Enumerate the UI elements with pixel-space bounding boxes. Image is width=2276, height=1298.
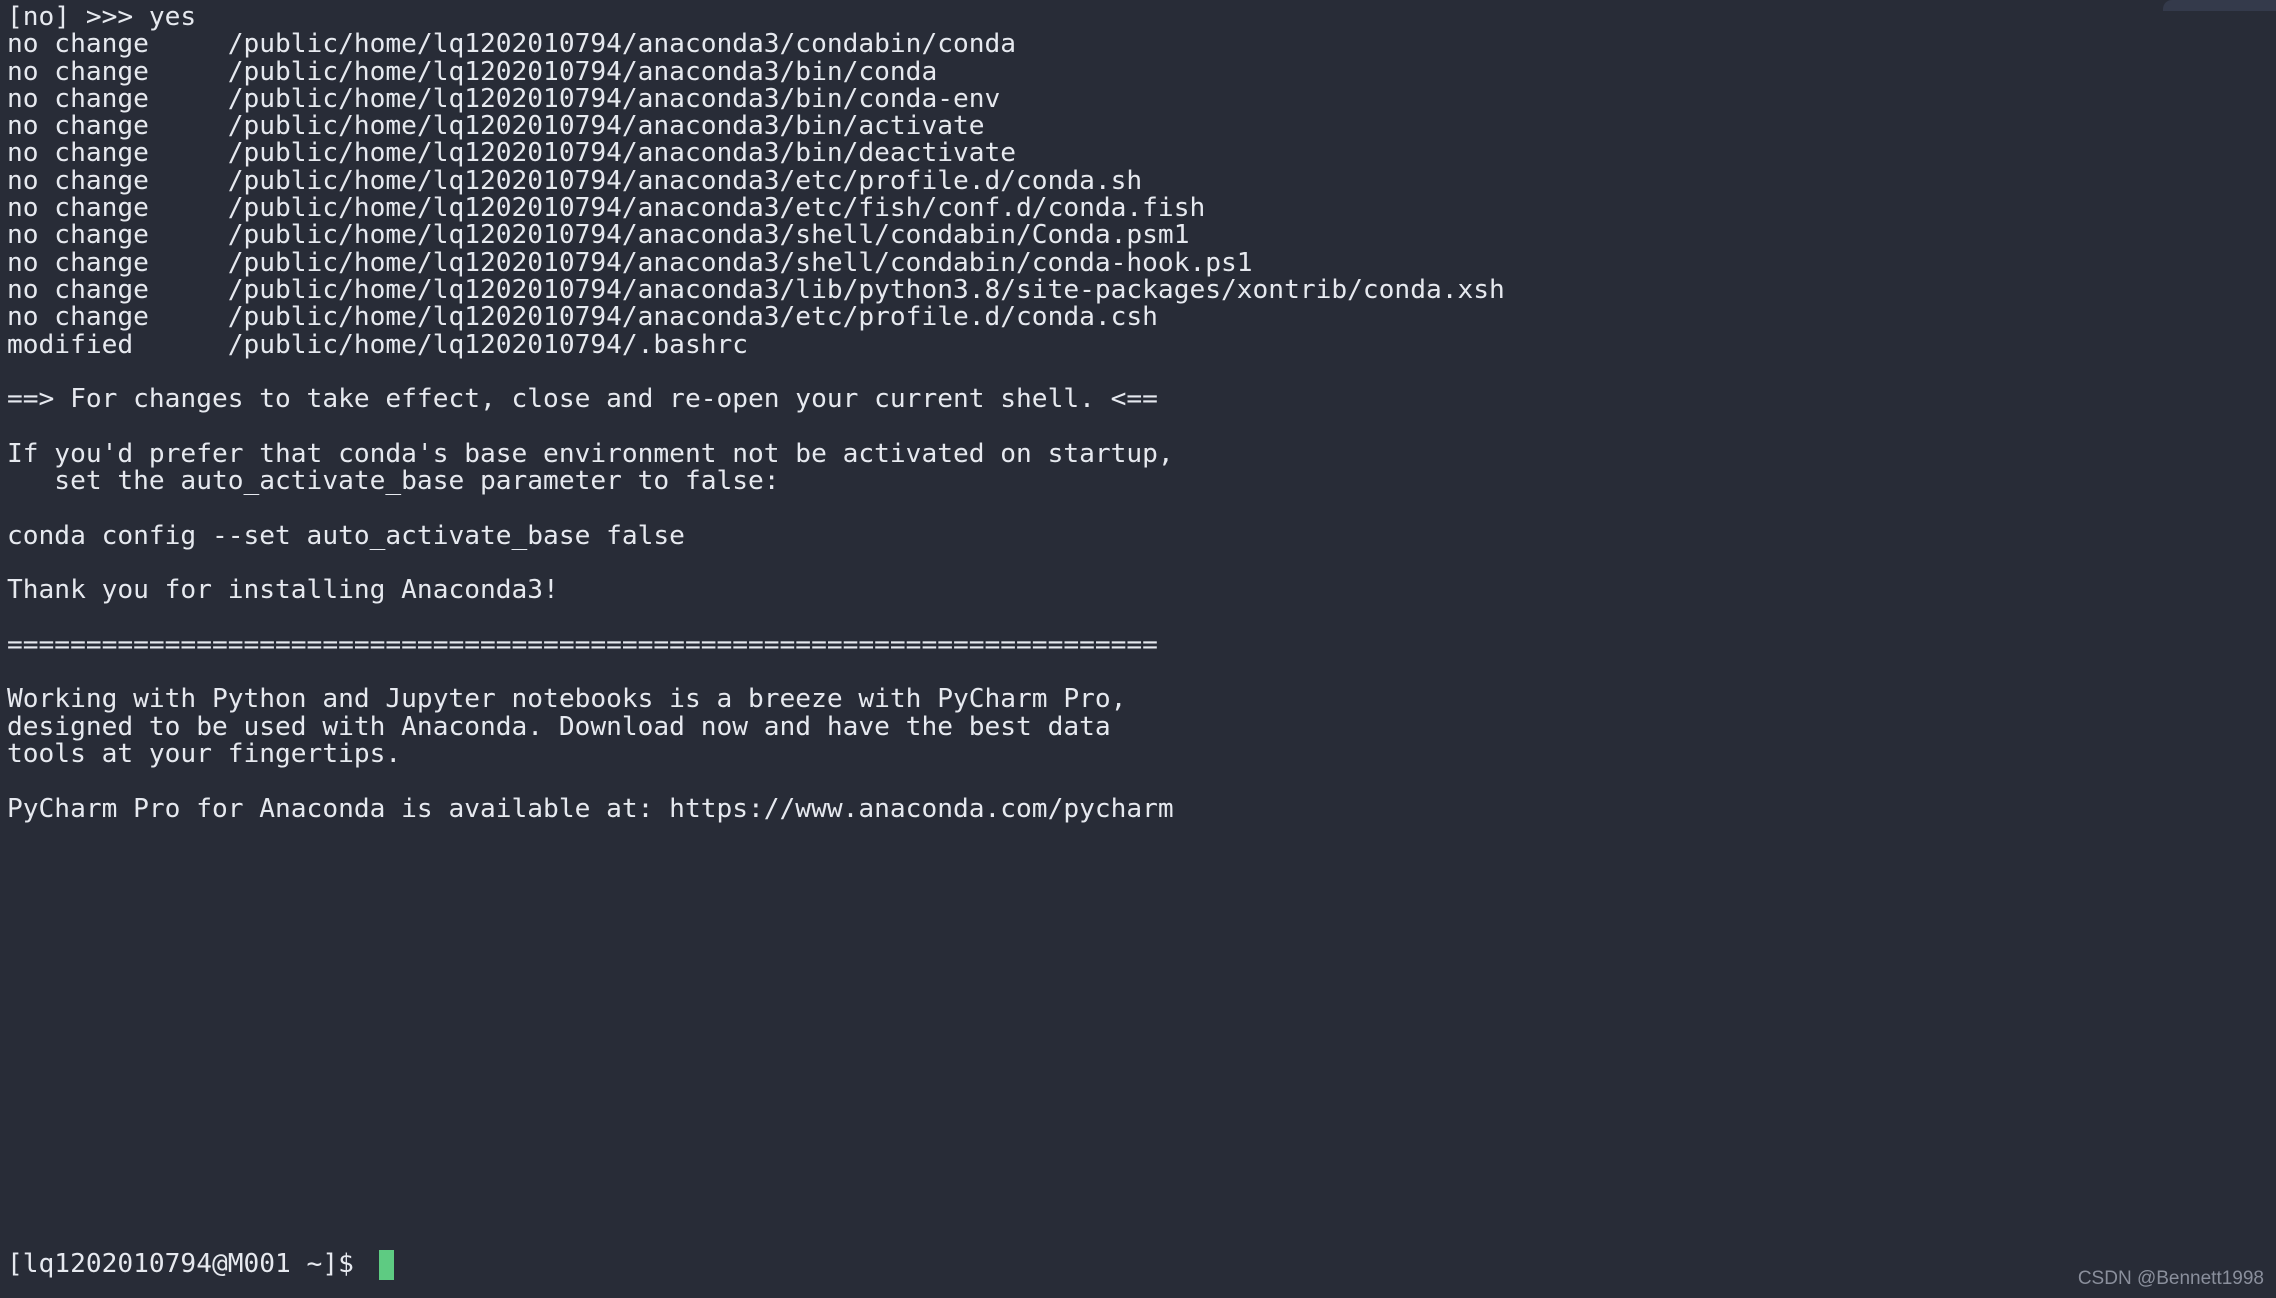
terminal-line: If you'd prefer that conda's base enviro… (7, 438, 1174, 469)
terminal-line: no change /public/home/lq1202010794/anac… (7, 138, 1017, 169)
terminal-line: no change /public/home/lq1202010794/anac… (7, 165, 1143, 196)
terminal-line: PyCharm Pro for Anaconda is available at… (7, 793, 1174, 824)
terminal-line: tools at your fingertips. (7, 739, 402, 770)
terminal-line: no change /public/home/lq1202010794/anac… (7, 193, 1206, 224)
watermark-label: CSDN @Bennett1998 (2077, 1268, 2264, 1289)
terminal-line: set the auto_activate_base parameter to … (7, 466, 780, 497)
terminal-line: no change /public/home/lq1202010794/anac… (7, 274, 1505, 305)
terminal-line: ========================================… (7, 629, 1158, 660)
terminal-line: ==> For changes to take effect, close an… (7, 384, 1158, 415)
terminal-line: conda config --set auto_activate_base fa… (7, 520, 685, 551)
text-cursor (378, 1250, 394, 1280)
terminal-line: no change /public/home/lq1202010794/anac… (7, 302, 1158, 333)
shell-prompt-text: [lq1202010794@M001 ~]$ (7, 1249, 370, 1280)
terminal-line: no change /public/home/lq1202010794/anac… (7, 83, 1001, 114)
terminal-line: designed to be used with Anaconda. Downl… (7, 711, 1111, 742)
terminal-line: Working with Python and Jupyter notebook… (7, 684, 1127, 715)
terminal-line: modified /public/home/lq1202010794/.bash… (7, 329, 749, 360)
terminal-line: no change /public/home/lq1202010794/anac… (7, 247, 1253, 278)
terminal-line: no change /public/home/lq1202010794/anac… (7, 56, 938, 87)
shell-prompt-line[interactable]: [lq1202010794@M001 ~]$ (7, 1250, 394, 1280)
terminal-window: [no] >>> yes no change /public/home/lq120… (0, 0, 2276, 1298)
terminal-output-area[interactable]: [no] >>> yes no change /public/home/lq120… (0, 0, 2276, 850)
terminal-line: no change /public/home/lq1202010794/anac… (7, 111, 985, 142)
terminal-line: [no] >>> yes (7, 2, 197, 32)
terminal-line: Thank you for installing Anaconda3! (7, 575, 559, 606)
terminal-line: no change /public/home/lq1202010794/anac… (7, 220, 1190, 251)
terminal-line: no change /public/home/lq1202010794/anac… (7, 29, 1017, 60)
